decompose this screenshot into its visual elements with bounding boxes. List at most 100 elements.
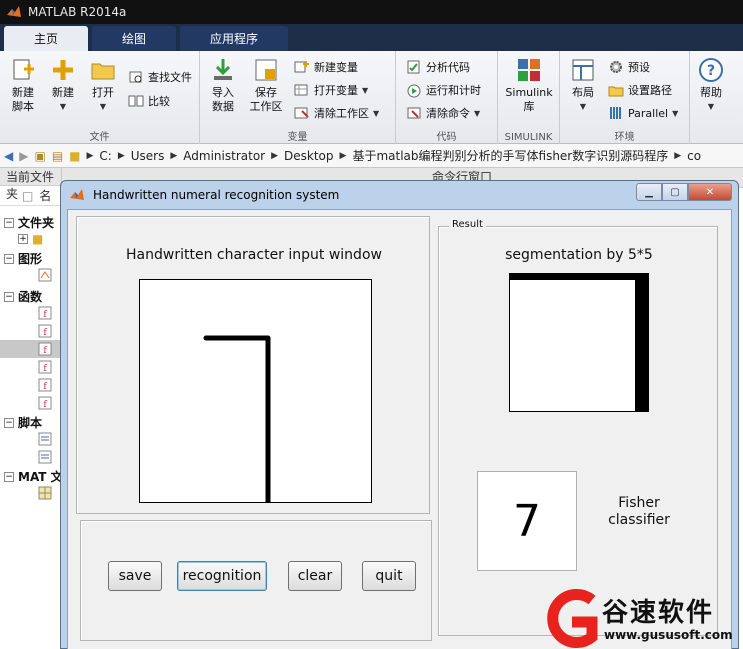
- save-workspace-button[interactable]: 保存 工作区: [246, 57, 286, 114]
- collapse-icon[interactable]: −: [4, 291, 14, 302]
- new-button[interactable]: 新建 ▼: [46, 57, 80, 114]
- up-folder-icon[interactable]: ▣: [34, 149, 45, 163]
- layout-button[interactable]: 布局 ▼: [566, 57, 600, 114]
- tab-home[interactable]: 主页: [4, 26, 89, 51]
- parallel-button[interactable]: Parallel ▼: [608, 105, 678, 121]
- mat-file-icon[interactable]: [38, 486, 52, 500]
- clear-workspace-button[interactable]: 清除工作区 ▼: [294, 105, 379, 121]
- clear-button[interactable]: clear: [288, 561, 342, 591]
- breadcrumb-separator-icon: ▶: [271, 150, 279, 161]
- recognition-button[interactable]: recognition: [177, 561, 267, 591]
- tree-group-figures[interactable]: − 图形: [4, 250, 42, 267]
- import-data-button[interactable]: 导入 数据: [206, 57, 240, 114]
- function-file-icon[interactable]: f: [38, 306, 52, 320]
- breadcrumb-item[interactable]: co: [687, 149, 701, 163]
- current-folder-panel: 当前文件夹 □ 名 − 文件夹 + ■ − 图形 − 函数 f f f f f …: [0, 168, 63, 649]
- analyze-code-button[interactable]: 分析代码: [406, 59, 470, 75]
- collapse-icon[interactable]: −: [4, 471, 14, 482]
- breadcrumb-item[interactable]: 基于matlab编程判别分析的手写体fisher数字识别源码程序: [352, 147, 668, 164]
- chevron-down-icon: ▼: [672, 108, 679, 118]
- input-window-label: Handwritten character input window: [126, 247, 382, 263]
- compare-button[interactable]: 比较: [128, 93, 170, 109]
- new-script-button[interactable]: 新建 脚本: [6, 57, 40, 114]
- preferences-button[interactable]: 预设: [608, 59, 650, 75]
- new-plus-icon: [53, 60, 73, 80]
- button-panel: save recognition clear quit: [80, 520, 432, 641]
- open-variable-icon: [294, 84, 308, 96]
- ribbon-tabs: 主页 绘图 应用程序: [0, 24, 743, 51]
- breadcrumb-item[interactable]: Administrator: [183, 149, 265, 163]
- function-file-icon[interactable]: f: [38, 378, 52, 392]
- new-variable-icon: [294, 61, 309, 73]
- breadcrumb-item[interactable]: C:: [99, 149, 111, 163]
- tab-plots[interactable]: 绘图: [92, 26, 177, 51]
- tree-group-mat-files[interactable]: − MAT 文: [4, 468, 63, 485]
- maximize-button[interactable]: ▢: [662, 183, 688, 201]
- breadcrumb-item[interactable]: Desktop: [284, 149, 334, 163]
- script-file-icon[interactable]: [38, 450, 52, 464]
- tree-group-functions[interactable]: − 函数: [4, 288, 42, 305]
- collapse-icon[interactable]: −: [4, 217, 14, 228]
- find-files-button[interactable]: 查找文件: [128, 69, 192, 85]
- matlab-logo-icon: [70, 189, 84, 200]
- window-controls: ▁ ▢ ✕: [636, 183, 732, 201]
- open-button[interactable]: 打开 ▼: [86, 57, 120, 114]
- close-button[interactable]: ✕: [688, 183, 732, 201]
- recognized-digit: 7: [477, 471, 577, 571]
- collapse-icon[interactable]: −: [4, 417, 14, 428]
- breadcrumb-item[interactable]: Users: [131, 149, 165, 163]
- function-file-icon[interactable]: f: [38, 324, 52, 338]
- ribbon-section-file: 新建 脚本 新建 ▼ 打开 ▼ 查找文件 比较 文件: [0, 51, 200, 144]
- input-panel: Handwritten character input window: [76, 216, 430, 514]
- run-and-time-button[interactable]: 运行和计时: [406, 82, 481, 98]
- breadcrumb-separator-icon: ▶: [86, 150, 94, 161]
- forward-arrow-icon[interactable]: ▶: [19, 149, 28, 163]
- browse-folder-icon[interactable]: ▤: [52, 149, 63, 163]
- new-script-icon: [13, 59, 34, 80]
- tree-item-folder[interactable]: + ■: [18, 232, 43, 246]
- tree-group-folders[interactable]: − 文件夹: [4, 214, 54, 231]
- chevron-down-icon: ▼: [362, 85, 369, 95]
- figure-content: Handwritten character input window save …: [67, 209, 732, 649]
- tree-group-scripts[interactable]: − 脚本: [4, 414, 42, 431]
- open-variable-button[interactable]: 打开变量 ▼: [294, 82, 368, 98]
- watermark: 谷速软件 www.gususoft.com: [540, 588, 743, 649]
- import-arrow-icon: [214, 59, 232, 80]
- folder-icon: ■: [69, 148, 81, 163]
- watermark-brand: 谷速软件: [602, 598, 715, 628]
- quit-button[interactable]: quit: [362, 561, 416, 591]
- simulink-library-button[interactable]: Simulink 库: [504, 57, 554, 114]
- save-button[interactable]: save: [108, 561, 162, 591]
- clear-commands-button[interactable]: 清除命令 ▼: [406, 105, 480, 121]
- ribbon-section-environment: 布局 ▼ 预设 设置路径 Parallel ▼ 环境: [560, 51, 690, 144]
- expand-icon[interactable]: +: [18, 234, 28, 244]
- tab-apps[interactable]: 应用程序: [180, 26, 289, 51]
- segmented-seven-image: [510, 274, 648, 411]
- ribbon: 新建 脚本 新建 ▼ 打开 ▼ 查找文件 比较 文件 导入 数据 保存 工作区 …: [0, 51, 743, 144]
- new-variable-button[interactable]: 新建变量: [294, 59, 358, 75]
- breadcrumb-separator-icon: ▶: [170, 150, 178, 161]
- close-icon: ✕: [705, 186, 715, 198]
- minimize-button[interactable]: ▁: [636, 183, 662, 201]
- folder-icon: ■: [32, 232, 44, 246]
- chevron-down-icon: ▼: [99, 102, 107, 111]
- save-workspace-icon: [255, 59, 277, 81]
- handwriting-canvas[interactable]: [139, 279, 372, 505]
- compare-icon: [128, 95, 144, 107]
- set-path-button[interactable]: 设置路径: [608, 82, 672, 98]
- collapse-icon[interactable]: −: [4, 253, 14, 264]
- function-file-icon[interactable]: f: [38, 360, 52, 374]
- watermark-url: www.gususoft.com: [604, 628, 733, 642]
- handwritten-seven-stroke: [203, 335, 271, 505]
- function-file-icon[interactable]: f: [38, 396, 52, 410]
- matlab-titlebar: MATLAB R2014a: [0, 0, 743, 24]
- function-file-icon[interactable]: f: [38, 342, 52, 356]
- back-arrow-icon[interactable]: ◀: [4, 149, 13, 163]
- selected-row: [0, 340, 62, 358]
- maximize-icon: ▢: [670, 186, 680, 198]
- help-button[interactable]: ? 帮助 ▼: [694, 57, 728, 114]
- figure-file-icon[interactable]: [38, 268, 52, 282]
- address-bar: ◀ ▶ ▣ ▤ ■ ▶ C: ▶ Users ▶ Administrator ▶…: [0, 144, 743, 168]
- script-file-icon[interactable]: [38, 432, 52, 446]
- chevron-down-icon: ▼: [707, 102, 715, 111]
